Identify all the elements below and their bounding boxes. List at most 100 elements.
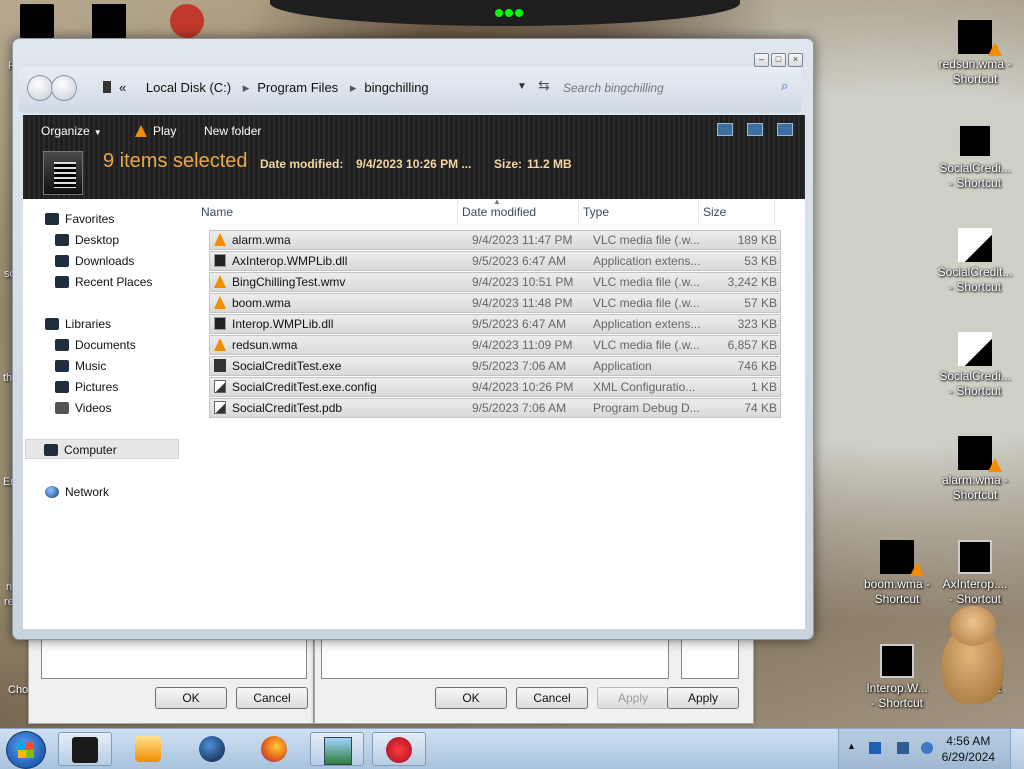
breadcrumb-bingchilling[interactable]: bingchilling — [364, 80, 428, 95]
chevron-right-icon[interactable]: ▸ — [350, 80, 357, 95]
file-row-axinterop[interactable]: AxInterop.WMPLib.dll 9/5/2023 6:47 AM Ap… — [209, 251, 781, 271]
help-icon[interactable] — [777, 123, 793, 136]
show-desktop-button[interactable] — [1010, 729, 1024, 769]
dialog-textbox[interactable] — [321, 635, 669, 679]
refresh-icon[interactable]: ⇆ — [538, 77, 550, 94]
nav-pictures[interactable]: Pictures — [55, 380, 118, 394]
nav-documents[interactable]: Documents — [55, 338, 136, 352]
network-icon — [45, 486, 59, 498]
config-file-icon — [214, 380, 226, 393]
desktop-icon-top-1[interactable] — [20, 4, 54, 41]
desktop-shortcut-socialcredit-2[interactable]: SocialCredit... - Shortcut — [936, 228, 1014, 295]
nav-favorites[interactable]: Favorites — [45, 212, 114, 226]
desktop-shortcut-alarm[interactable]: alarm.wma - Shortcut — [936, 436, 1014, 503]
preview-pane-icon[interactable] — [747, 123, 763, 136]
apply-button[interactable]: Apply — [667, 687, 739, 709]
desktop-icon-top-3[interactable] — [170, 4, 204, 41]
new-folder-button[interactable]: New folder — [204, 124, 261, 138]
start-button[interactable] — [6, 731, 46, 769]
minimize-icon[interactable]: – — [754, 53, 769, 67]
nav-recent-places[interactable]: Recent Places — [55, 275, 152, 289]
breadcrumb-overflow[interactable]: « — [119, 80, 126, 95]
file-row-interop[interactable]: Interop.WMPLib.dll 9/5/2023 6:47 AM Appl… — [209, 314, 781, 334]
nav-computer[interactable]: Computer — [25, 439, 179, 459]
nav-label: Downloads — [75, 254, 135, 268]
nav-videos[interactable]: Videos — [55, 401, 111, 415]
desktop-shortcut-redsun[interactable]: redsun.wma - Shortcut — [936, 20, 1014, 87]
nav-network[interactable]: Network — [45, 485, 109, 499]
taskbar-app-terminal[interactable] — [58, 732, 112, 766]
desktop-icon-top-2[interactable] — [92, 4, 126, 41]
change-view-icon[interactable] — [717, 123, 733, 136]
taskbar-app-explorer[interactable] — [310, 732, 364, 766]
chevron-right-icon[interactable]: ▸ — [243, 80, 250, 95]
paint-icon — [386, 737, 412, 763]
chevron-down-icon[interactable]: ▼ — [517, 81, 527, 92]
cancel-button[interactable]: Cancel — [516, 687, 588, 709]
file-row-socialcredit-pdb[interactable]: SocialCreditTest.pdb 9/5/2023 7:06 AM Pr… — [209, 398, 781, 418]
column-header-type[interactable]: Type — [579, 199, 699, 225]
cancel-button[interactable]: Cancel — [236, 687, 308, 709]
date-modified-label: Date modified: — [260, 157, 344, 171]
desktop-shortcut-boom[interactable]: boom.wma - Shortcut — [858, 540, 936, 607]
taskbar-app-globe[interactable] — [186, 732, 240, 766]
search-input[interactable] — [559, 75, 805, 101]
dialog-textbox[interactable] — [41, 635, 307, 679]
dialog-textbox[interactable] — [681, 635, 739, 679]
file-size: 6,857 KB — [727, 338, 777, 352]
nav-label: Recent Places — [75, 275, 153, 289]
taskbar-app-media-player[interactable] — [122, 732, 176, 766]
navigation-pane: Favorites Desktop Downloads Recent Place… — [23, 199, 189, 629]
drive-icon — [103, 81, 111, 93]
nav-desktop[interactable]: Desktop — [55, 233, 119, 247]
forward-arrow-icon[interactable] — [51, 75, 77, 101]
tray-app-icon[interactable] — [869, 742, 881, 754]
file-row-socialcredit-exe[interactable]: SocialCreditTest.exe 9/5/2023 7:06 AM Ap… — [209, 356, 781, 376]
selection-count: 9 items selected — [103, 150, 248, 172]
column-header-size[interactable]: Size — [699, 199, 775, 225]
ok-button[interactable]: OK — [435, 687, 507, 709]
desktop-icon-label: Shortcut — [874, 592, 920, 606]
breadcrumb-local-disk[interactable]: Local Disk (C:) — [146, 80, 231, 95]
nav-downloads[interactable]: Downloads — [55, 254, 134, 268]
back-arrow-icon[interactable] — [27, 75, 53, 101]
file-row-redsun[interactable]: redsun.wma 9/4/2023 11:09 PM VLC media f… — [209, 335, 781, 355]
desktop-shortcut-socialcredit-3[interactable]: SocialCredi... - Shortcut — [936, 332, 1014, 399]
breadcrumb-program-files[interactable]: Program Files — [257, 80, 338, 95]
chevron-down-icon: ▼ — [93, 128, 102, 137]
pdb-file-icon — [214, 401, 226, 414]
apply-button-disabled[interactable]: Apply — [597, 687, 669, 709]
close-icon[interactable]: × — [788, 53, 803, 67]
taskbar-app-paint[interactable] — [372, 732, 426, 766]
play-button[interactable]: Play — [135, 124, 176, 138]
pictures-icon — [55, 381, 69, 393]
file-row-socialcredit-config[interactable]: SocialCreditTest.exe.config 9/4/2023 10:… — [209, 377, 781, 397]
volume-icon[interactable] — [921, 742, 933, 754]
desktop-shortcut-interop[interactable]: Interop.W... - Shortcut — [858, 644, 936, 711]
column-header-name[interactable]: Name — [197, 199, 458, 225]
hamster-desktop-pet[interactable] — [942, 606, 1004, 704]
nav-label: Favorites — [65, 212, 115, 226]
clock[interactable]: 4:56 AM 6/29/2024 — [942, 733, 995, 765]
breadcrumb[interactable]: « Local Disk (C:) ▸ Program Files ▸ bingch… — [103, 80, 429, 96]
chevron-up-icon[interactable]: ▲ — [847, 741, 856, 751]
file-name: alarm.wma — [232, 233, 291, 247]
desktop-icon-label: alarm.wma - — [941, 473, 1008, 487]
desktop-shortcut-socialcredit-1[interactable]: SocialCredi... - Shortcut — [936, 124, 1014, 191]
ok-button[interactable]: OK — [155, 687, 227, 709]
organize-button[interactable]: Organize ▼ — [41, 124, 102, 138]
column-header-date[interactable]: Date modified — [458, 199, 579, 225]
maximize-icon[interactable]: □ — [771, 53, 786, 67]
file-row-alarm[interactable]: alarm.wma 9/4/2023 11:47 PM VLC media fi… — [209, 230, 781, 250]
file-date: 9/5/2023 6:47 AM — [472, 254, 567, 268]
file-row-boom[interactable]: boom.wma 9/4/2023 11:48 PM VLC media fil… — [209, 293, 781, 313]
vlc-cone-icon — [880, 540, 924, 576]
taskbar-app-firefox[interactable] — [248, 732, 302, 766]
search-icon[interactable]: ⌕ — [781, 78, 788, 94]
file-size: 189 KB — [737, 233, 777, 247]
nav-libraries[interactable]: Libraries — [45, 317, 111, 331]
nav-music[interactable]: Music — [55, 359, 106, 373]
network-tray-icon[interactable] — [897, 742, 909, 754]
desktop-shortcut-axinterop[interactable]: AxInterop.... - Shortcut — [936, 540, 1014, 607]
file-row-bingchillingtest[interactable]: BingChillingTest.wmv 9/4/2023 10:51 PM V… — [209, 272, 781, 292]
